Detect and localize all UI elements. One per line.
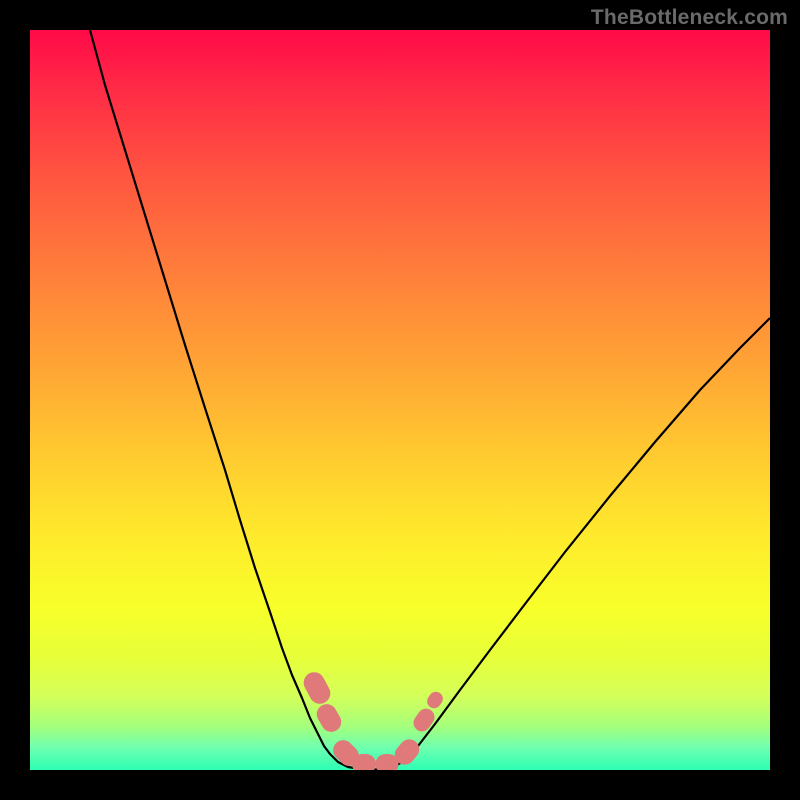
plot-area	[30, 30, 770, 770]
watermark-text: TheBottleneck.com	[591, 6, 788, 30]
bottleneck-curve	[30, 30, 770, 770]
chart-frame: TheBottleneck.com	[0, 0, 800, 800]
